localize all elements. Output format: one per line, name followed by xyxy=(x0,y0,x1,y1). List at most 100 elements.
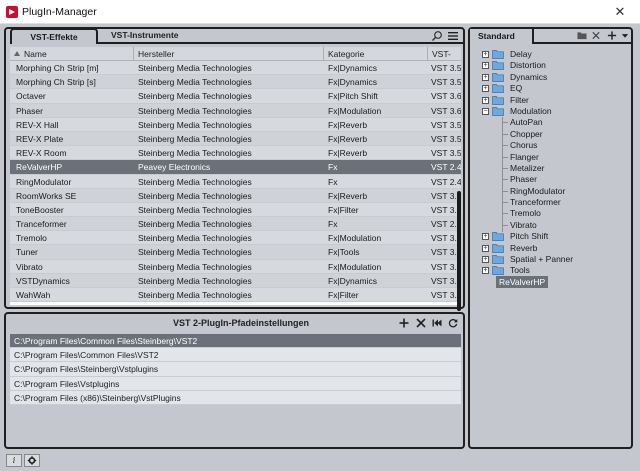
tree-folder[interactable]: − Modulation xyxy=(474,106,626,117)
tree-folder-label: Distortion xyxy=(510,60,546,71)
tree-item-label: Flanger xyxy=(510,151,539,162)
cell-name: REV-X Hall xyxy=(16,119,59,130)
folder-icon xyxy=(492,243,504,253)
expand-icon[interactable]: + xyxy=(482,51,489,58)
tree-plugin-item[interactable]: Tranceformer xyxy=(474,197,626,210)
cell-category: Fx|Reverb xyxy=(328,119,368,130)
tree-folder[interactable]: + Delay xyxy=(474,49,626,60)
reset-paths-icon[interactable] xyxy=(432,318,442,328)
tree-folder[interactable]: + Pitch Shift xyxy=(474,231,626,242)
expand-icon[interactable]: + xyxy=(482,85,489,93)
table-row[interactable]: ReValverHP Peavey Electronics Fx VST 2.4 (\ xyxy=(10,160,461,175)
column-label-name: Name xyxy=(24,49,47,59)
add-folder-icon[interactable] xyxy=(607,30,617,41)
table-row[interactable]: Vibrato Steinberg Media Technologies Fx|Mo… xyxy=(10,259,461,274)
tree-plugin-item[interactable]: ReValverHP xyxy=(474,275,626,288)
info-button[interactable]: i xyxy=(6,454,22,467)
tree-plugin-item[interactable]: Tremolo xyxy=(474,208,626,221)
tree-plugin-item[interactable]: Chorus xyxy=(474,140,626,153)
column-header-vendor[interactable]: Hersteller xyxy=(134,47,324,61)
cell-name: Phaser xyxy=(16,105,43,116)
settings-gear-icon[interactable] xyxy=(24,454,40,467)
column-header-category[interactable]: Kategorie xyxy=(324,47,428,61)
cell-vendor: Steinberg Media Technologies xyxy=(138,219,252,230)
table-row[interactable]: Octaver Steinberg Media Technologies Fx|Pi… xyxy=(10,89,461,104)
cell-name: WahWah xyxy=(16,290,51,300)
table-row[interactable]: RoomWorks SE Steinberg Media Technologies… xyxy=(10,188,461,203)
cell-name: Tremolo xyxy=(16,233,47,244)
expand-icon[interactable]: + xyxy=(482,73,489,81)
sort-ascending-icon xyxy=(14,51,20,56)
expand-icon[interactable]: + xyxy=(482,244,489,252)
cell-category: Fx|Dynamics xyxy=(328,63,377,73)
tree-guide-hook xyxy=(502,190,508,192)
table-row[interactable]: REV-X Hall Steinberg Media Technologies Fx… xyxy=(10,117,461,132)
path-list: C:\Program Files\Common Files\Steinberg\… xyxy=(10,334,461,406)
tab-vst-effects[interactable]: VST-Effekte xyxy=(10,28,98,44)
tree-item-label: ReValverHP xyxy=(496,275,549,288)
tree-folder[interactable]: + Reverb xyxy=(474,243,626,254)
tree-plugin-item[interactable]: AutoPan xyxy=(474,117,626,130)
menu-icon[interactable] xyxy=(447,30,459,42)
table-row[interactable]: ToneBooster Steinberg Media Technologies F… xyxy=(10,202,461,218)
folder-icon[interactable] xyxy=(577,30,587,41)
tree-folder[interactable]: + Distortion xyxy=(474,60,626,71)
cell-version: VST 3.5.0 xyxy=(431,63,461,73)
table-row[interactable]: VSTDynamics Steinberg Media Technologies F… xyxy=(10,273,461,288)
close-window-button[interactable]: ✕ xyxy=(600,0,640,24)
cell-category: Fx xyxy=(328,176,338,187)
table-row[interactable]: REV-X Plate Steinberg Media Technologies F… xyxy=(10,131,461,147)
column-header-version[interactable]: VST-Versi xyxy=(428,47,461,73)
table-row[interactable]: WahWah Steinberg Media Technologies Fx|Fil… xyxy=(10,288,461,303)
expand-icon[interactable]: + xyxy=(482,62,489,70)
table-row[interactable]: RingModulator Steinberg Media Technologie… xyxy=(10,174,461,189)
search-icon[interactable] xyxy=(431,30,443,42)
table-row[interactable]: Tuner Steinberg Media Technologies Fx|Tool… xyxy=(10,245,461,260)
tree-plugin-item[interactable]: Metalizer xyxy=(474,162,626,175)
cell-name: Vibrato xyxy=(16,261,43,272)
path-list-item[interactable]: C:\Program Files\Common Files\VST2 xyxy=(10,348,461,363)
collapse-icon[interactable]: − xyxy=(482,107,489,115)
vertical-scrollbar[interactable] xyxy=(457,191,461,311)
cell-name: REV-X Plate xyxy=(16,133,64,144)
cell-category: Fx|Dynamics xyxy=(328,77,377,88)
column-header-name[interactable]: Name xyxy=(10,47,134,61)
tree-folder[interactable]: + EQ xyxy=(474,83,626,94)
tree-folder[interactable]: + Filter xyxy=(474,95,626,106)
category-tree: + Delay + Distortion + Dynamics + EQ + Filter − Mod… xyxy=(474,49,626,288)
expand-icon[interactable]: + xyxy=(482,96,489,104)
cell-name: Morphing Ch Strip [s] xyxy=(16,77,96,88)
table-row[interactable]: Phaser Steinberg Media Technologies Fx|Mod… xyxy=(10,103,461,118)
tree-guide-line xyxy=(502,140,503,153)
tree-guide-line xyxy=(502,162,503,175)
tree-plugin-item[interactable]: Chopper xyxy=(474,128,626,141)
path-list-item[interactable]: C:\Program Files (x86)\Steinberg\VstPlug… xyxy=(10,390,461,405)
path-list-item[interactable]: C:\Program Files\Vstplugins xyxy=(10,376,461,391)
tree-plugin-item[interactable]: Flanger xyxy=(474,151,626,164)
path-list-item[interactable]: C:\Program Files\Steinberg\Vstplugins xyxy=(10,362,461,377)
add-path-icon[interactable] xyxy=(399,318,409,328)
tree-plugin-item[interactable]: Vibrato xyxy=(474,219,626,232)
cell-version: VST 3.6.0 xyxy=(431,105,461,116)
tree-options-dropdown-icon[interactable] xyxy=(620,30,630,41)
expand-icon[interactable]: + xyxy=(482,267,489,275)
table-row[interactable]: Tremolo Steinberg Media Technologies Fx|Mo… xyxy=(10,231,461,246)
tree-folder[interactable]: + Dynamics xyxy=(474,72,626,83)
tree-folder[interactable]: + Spatial + Panner xyxy=(474,254,626,265)
table-row[interactable]: REV-X Room Steinberg Media Technologies Fx… xyxy=(10,146,461,161)
cell-category: Fx|Reverb xyxy=(328,190,368,201)
expand-icon[interactable]: + xyxy=(482,256,489,264)
path-list-item[interactable]: C:\Program Files\Common Files\Steinberg\… xyxy=(10,334,461,349)
cell-name: Morphing Ch Strip [m] xyxy=(16,63,99,73)
remove-path-icon[interactable] xyxy=(416,318,426,328)
table-row[interactable]: Tranceformer Steinberg Media Technologies… xyxy=(10,217,461,232)
tab-standard[interactable]: Standard xyxy=(470,29,534,44)
expand-icon[interactable]: + xyxy=(482,233,489,241)
tree-plugin-item[interactable]: RingModulator xyxy=(474,185,626,198)
table-row[interactable]: Morphing Ch Strip [s] Steinberg Media Tec… xyxy=(10,75,461,90)
refresh-icon[interactable] xyxy=(448,318,458,328)
table-row[interactable]: Morphing Ch Strip [m] Steinberg Media Tec… xyxy=(10,61,461,76)
tree-item-label: RingModulator xyxy=(510,185,566,196)
delete-icon[interactable] xyxy=(591,30,601,41)
tree-plugin-item[interactable]: Phaser xyxy=(474,174,626,187)
